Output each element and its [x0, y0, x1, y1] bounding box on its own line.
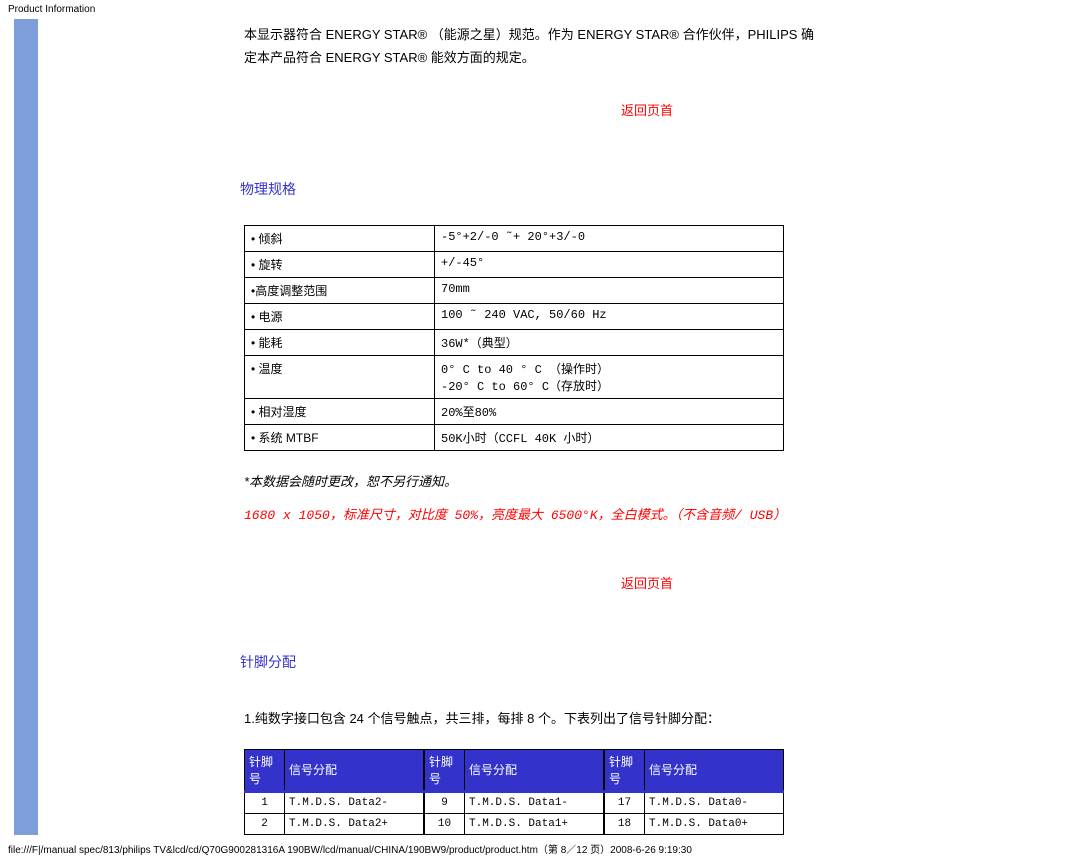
table-row: • 系统 MTBF50K小时（CCFL 40K 小时）	[245, 424, 784, 450]
spec-label: • 倾斜	[245, 225, 435, 251]
return-top-link[interactable]: 返回页首	[377, 100, 917, 119]
spec-label: • 系统 MTBF	[245, 424, 435, 450]
left-nav	[0, 19, 44, 835]
test-condition: 1680 x 1050，标准尺寸，对比度 50%，亮度最大 6500°K，全白模…	[244, 504, 1050, 523]
pin-heading: 针脚分配	[240, 652, 1046, 672]
pin-header-signal: 信号分配	[465, 749, 604, 791]
table-row: • 电源100 ˜ 240 VAC, 50/60 Hz	[245, 303, 784, 329]
pin-header-num: 针脚号	[605, 749, 645, 791]
pin-signal: T.M.D.S. Data2-	[285, 791, 424, 813]
spec-value: +/-45°	[435, 251, 784, 277]
pin-signal: T.M.D.S. Data1+	[465, 813, 604, 834]
pin-table-3: 针脚号 信号分配 17T.M.D.S. Data0- 18T.M.D.S. Da…	[604, 749, 784, 835]
spec-label: • 温度	[245, 355, 435, 398]
spec-value: 36W*（典型）	[435, 329, 784, 355]
intro-line2: 定本产品符合 ENERGY STAR® 能效方面的规定。	[244, 50, 535, 65]
physical-spec-heading: 物理规格	[240, 179, 1046, 199]
spec-value: -5°+2/-0 ˜+ 20°+3/-0	[435, 225, 784, 251]
nav-bar	[14, 19, 38, 835]
intro-line1: 本显示器符合 ENERGY STAR® （能源之星）规范。作为 ENERGY S…	[244, 27, 814, 42]
table-row: 10T.M.D.S. Data1+	[425, 813, 604, 834]
table-row: • 旋转+/-45°	[245, 251, 784, 277]
table-row: • 能耗36W*（典型）	[245, 329, 784, 355]
pin-header-num: 针脚号	[425, 749, 465, 791]
data-change-note: *本数据会随时更改，恕不另行通知。	[244, 471, 1050, 490]
pin-table-1: 针脚号 信号分配 1T.M.D.S. Data2- 2T.M.D.S. Data…	[244, 749, 424, 835]
intro-paragraph: 本显示器符合 ENERGY STAR® （能源之星）规范。作为 ENERGY S…	[244, 23, 1050, 70]
pin-num: 1	[245, 791, 285, 813]
pin-signal: T.M.D.S. Data1-	[465, 791, 604, 813]
pin-num: 17	[605, 791, 645, 813]
pin-num: 10	[425, 813, 465, 834]
spec-value: 50K小时（CCFL 40K 小时）	[435, 424, 784, 450]
spec-value: 0° C to 40 ° C （操作时） -20° C to 60° C（存放时…	[435, 355, 784, 398]
spec-label: • 能耗	[245, 329, 435, 355]
pin-num: 9	[425, 791, 465, 813]
spec-label: • 旋转	[245, 251, 435, 277]
spec-value: 20%至80%	[435, 398, 784, 424]
table-row: 17T.M.D.S. Data0-	[605, 791, 784, 813]
spec-label: •高度调整范围	[245, 277, 435, 303]
table-row: • 倾斜-5°+2/-0 ˜+ 20°+3/-0	[245, 225, 784, 251]
physical-spec-table: • 倾斜-5°+2/-0 ˜+ 20°+3/-0 • 旋转+/-45° •高度调…	[244, 225, 784, 451]
pin-signal: T.M.D.S. Data0-	[645, 791, 784, 813]
pin-header-num: 针脚号	[245, 749, 285, 791]
pin-tables: 针脚号 信号分配 1T.M.D.S. Data2- 2T.M.D.S. Data…	[244, 749, 784, 835]
table-row: 1T.M.D.S. Data2-	[245, 791, 424, 813]
content-area: 本显示器符合 ENERGY STAR® （能源之星）规范。作为 ENERGY S…	[44, 19, 1080, 835]
table-row: 18T.M.D.S. Data0+	[605, 813, 784, 834]
pin-num: 18	[605, 813, 645, 834]
table-row: 2T.M.D.S. Data2+	[245, 813, 424, 834]
return-top-link[interactable]: 返回页首	[377, 573, 917, 592]
main-container: 本显示器符合 ENERGY STAR® （能源之星）规范。作为 ENERGY S…	[0, 19, 1080, 835]
pin-signal: T.M.D.S. Data2+	[285, 813, 424, 834]
pin-signal: T.M.D.S. Data0+	[645, 813, 784, 834]
table-row: • 温度0° C to 40 ° C （操作时） -20° C to 60° C…	[245, 355, 784, 398]
pin-table-2: 针脚号 信号分配 9T.M.D.S. Data1- 10T.M.D.S. Dat…	[424, 749, 604, 835]
table-row: • 相对湿度20%至80%	[245, 398, 784, 424]
pin-header-signal: 信号分配	[285, 749, 424, 791]
spec-label: • 相对湿度	[245, 398, 435, 424]
pin-header-signal: 信号分配	[645, 749, 784, 791]
page-header: Product Information	[0, 0, 1080, 19]
spec-value: 100 ˜ 240 VAC, 50/60 Hz	[435, 303, 784, 329]
footer-path: file:///F|/manual spec/813/philips TV&lc…	[0, 835, 1080, 862]
spec-value: 70mm	[435, 277, 784, 303]
table-row: 9T.M.D.S. Data1-	[425, 791, 604, 813]
table-row: •高度调整范围70mm	[245, 277, 784, 303]
pin-intro-text: 1.纯数字接口包含 24 个信号触点，共三排，每排 8 个。下表列出了信号针脚分…	[244, 708, 1050, 727]
spec-label: • 电源	[245, 303, 435, 329]
pin-num: 2	[245, 813, 285, 834]
